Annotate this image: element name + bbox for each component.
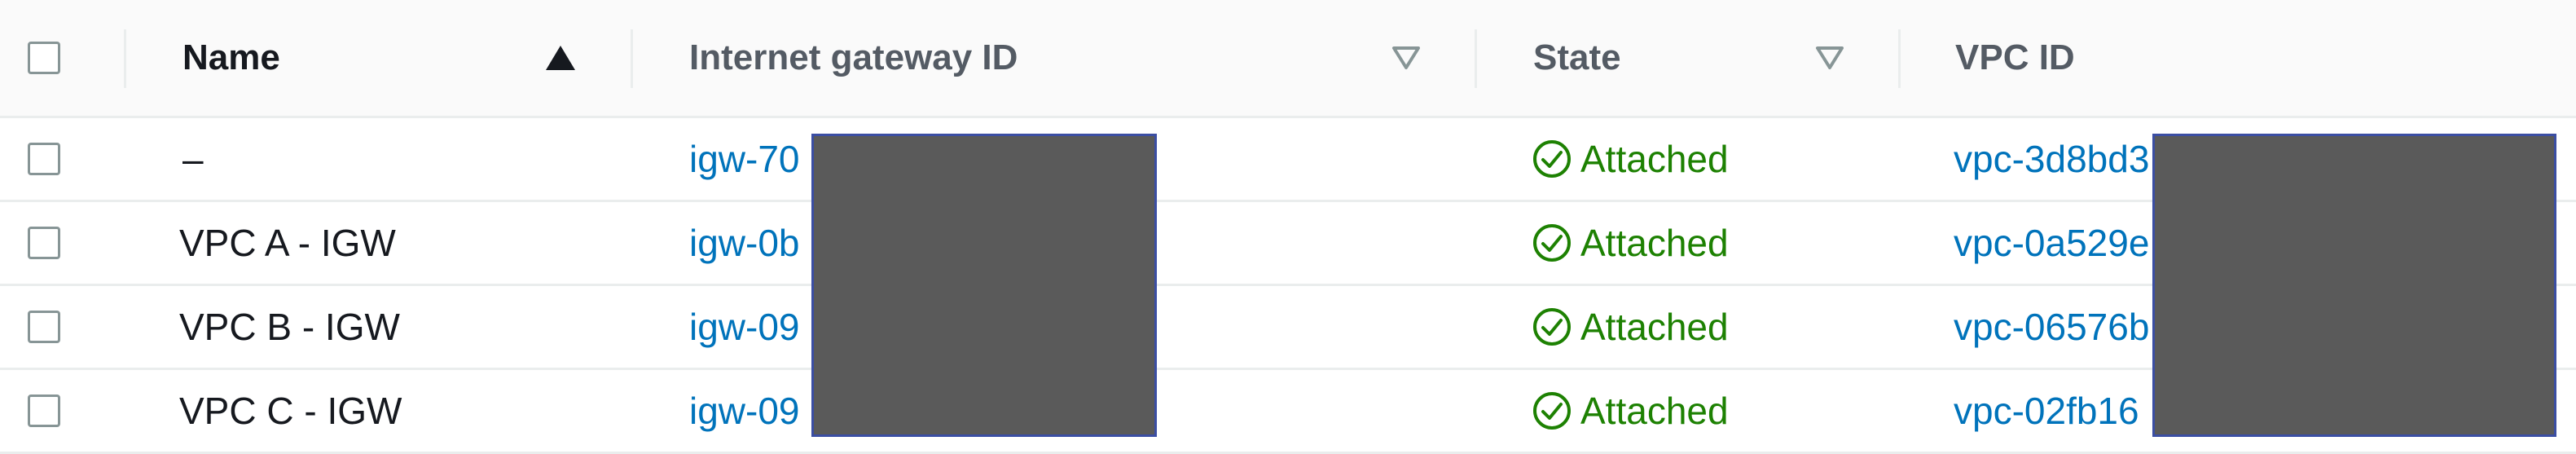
table-header: Name Internet gateway ID State VPC ID [0, 0, 2576, 118]
check-circle-icon [1533, 308, 1571, 346]
state-cell: Attached [1532, 118, 1729, 200]
row-checkbox[interactable] [28, 311, 60, 343]
row-checkbox[interactable] [28, 394, 60, 427]
row-select-cell [28, 118, 60, 200]
internet-gateways-table: Name Internet gateway ID State VPC ID – … [0, 0, 2576, 454]
row-select-cell [28, 370, 60, 452]
column-header-name[interactable]: Name [182, 0, 280, 116]
vpc-id-link[interactable]: vpc-3d8bd3 [1954, 118, 2149, 200]
column-divider[interactable] [631, 29, 633, 88]
select-all-checkbox[interactable] [28, 42, 60, 74]
state-cell: Attached [1532, 370, 1729, 452]
row-name: VPC C - IGW [179, 390, 402, 432]
filter-triangle-icon[interactable] [1391, 0, 1421, 116]
vpc-id-link[interactable]: vpc-06576b [1954, 286, 2149, 368]
igw-id-link[interactable]: igw-09 [689, 370, 800, 452]
redaction-block [811, 134, 1157, 437]
column-header-igw-id[interactable]: Internet gateway ID [689, 0, 1018, 116]
column-header-state[interactable]: State [1533, 0, 1621, 116]
column-divider[interactable] [1475, 29, 1477, 88]
vpc-id-link[interactable]: vpc-02fb16 [1954, 370, 2139, 452]
state-label: Attached [1580, 222, 1729, 264]
row-checkbox[interactable] [28, 143, 60, 175]
check-circle-icon [1533, 224, 1571, 262]
state-label: Attached [1580, 138, 1729, 180]
state-cell: Attached [1532, 202, 1729, 284]
igw-id-link[interactable]: igw-09 [689, 286, 800, 368]
select-all-cell [28, 0, 60, 116]
vpc-id-link[interactable]: vpc-0a529e [1954, 202, 2149, 284]
column-divider[interactable] [1898, 29, 1901, 88]
column-divider[interactable] [124, 29, 126, 88]
state-cell: Attached [1532, 286, 1729, 368]
check-circle-icon [1533, 392, 1571, 430]
check-circle-icon [1533, 140, 1571, 178]
igw-id-link[interactable]: igw-0b [689, 202, 800, 284]
sort-ascending-icon[interactable] [544, 0, 577, 116]
row-select-cell [28, 202, 60, 284]
row-checkbox[interactable] [28, 227, 60, 259]
row-name: VPC A - IGW [179, 222, 396, 264]
row-select-cell [28, 286, 60, 368]
redaction-block [2152, 134, 2556, 437]
state-label: Attached [1580, 306, 1729, 348]
row-name: – [182, 138, 204, 180]
column-header-vpc-id[interactable]: VPC ID [1955, 0, 2075, 116]
igw-id-link[interactable]: igw-70 [689, 118, 800, 200]
row-name: VPC B - IGW [179, 306, 400, 348]
filter-triangle-icon[interactable] [1815, 0, 1844, 116]
state-label: Attached [1580, 390, 1729, 432]
